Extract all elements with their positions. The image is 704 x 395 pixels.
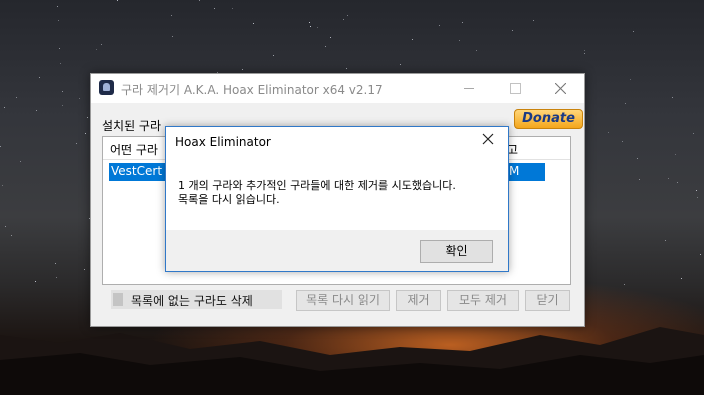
star: [476, 50, 477, 51]
star: [16, 97, 17, 98]
maximize-button[interactable]: [492, 74, 538, 103]
star: [79, 98, 80, 99]
star: [310, 26, 311, 27]
remove-all-button[interactable]: 모두 제거: [447, 290, 519, 311]
dialog-footer: 확인: [166, 230, 508, 271]
installed-label: 설치된 구라: [102, 119, 162, 133]
star: [400, 64, 401, 65]
star: [171, 15, 172, 16]
star: [172, 36, 173, 37]
column-header-name[interactable]: 어떤 구라: [110, 141, 158, 158]
donate-button[interactable]: Donate: [514, 109, 583, 129]
message-dialog: Hoax Eliminator 1 개의 구라와 추가적인 구라들에 대한 제거…: [165, 126, 509, 272]
star: [347, 15, 348, 16]
star: [242, 69, 243, 70]
checkbox-label: 목록에 없는 구라도 삭제: [131, 294, 253, 308]
star: [36, 110, 37, 111]
star: [60, 63, 61, 64]
window-title: 구라 제거기 A.K.A. Hoax Eliminator x64 v2.17: [121, 83, 383, 97]
star: [20, 161, 21, 162]
star: [2, 185, 3, 186]
star: [533, 20, 534, 21]
star: [317, 27, 318, 28]
star: [11, 235, 12, 236]
star: [232, 8, 233, 9]
list-item-date: M: [509, 164, 520, 178]
star: [273, 55, 274, 56]
star: [622, 141, 623, 142]
star: [668, 178, 669, 179]
star: [700, 254, 701, 255]
star: [62, 105, 63, 106]
star: [101, 44, 102, 45]
star: [0, 146, 1, 147]
close-icon: [482, 133, 494, 145]
close-window-button[interactable]: [538, 74, 584, 103]
star: [87, 117, 88, 118]
star: [58, 20, 59, 21]
star: [325, 46, 326, 47]
ok-button[interactable]: 확인: [420, 240, 493, 263]
star: [412, 39, 413, 40]
star: [85, 133, 86, 134]
star: [346, 68, 347, 69]
star: [343, 19, 344, 20]
star: [55, 263, 56, 264]
dialog-title: Hoax Eliminator: [175, 135, 271, 149]
star: [56, 277, 57, 278]
star: [439, 25, 440, 26]
star: [76, 143, 77, 144]
star: [309, 22, 310, 23]
star: [677, 182, 678, 183]
dialog-message-line1: 1 개의 구라와 추가적인 구라들에 대한 제거를 시도했습니다.: [178, 179, 456, 192]
star: [117, 0, 118, 1]
list-item-name: VestCert: [111, 164, 163, 178]
title-bar[interactable]: 구라 제거기 A.K.A. Hoax Eliminator x64 v2.17: [91, 74, 584, 103]
star: [584, 53, 585, 54]
remove-unlisted-checkbox[interactable]: 목록에 없는 구라도 삭제: [111, 290, 282, 309]
star: [675, 154, 676, 155]
reload-list-button[interactable]: 목록 다시 읽기: [296, 290, 390, 311]
star: [608, 132, 609, 133]
star: [696, 190, 697, 191]
minimize-button[interactable]: [446, 74, 492, 103]
star: [665, 240, 666, 241]
star: [84, 269, 85, 270]
star: [693, 133, 694, 134]
star: [39, 77, 40, 78]
star: [330, 37, 331, 38]
star: [35, 281, 36, 282]
dialog-close-button[interactable]: [482, 133, 494, 148]
star: [462, 22, 463, 23]
star: [214, 8, 215, 9]
star: [57, 6, 58, 7]
star: [62, 91, 63, 92]
star: [633, 31, 634, 32]
star: [4, 107, 5, 108]
star: [5, 226, 6, 227]
checkbox-box: [113, 293, 123, 306]
star: [584, 50, 585, 51]
star: [681, 278, 682, 279]
star: [96, 49, 97, 50]
dialog-message-line2: 목록을 다시 읽습니다.: [178, 193, 280, 206]
star: [253, 23, 254, 24]
star: [512, 30, 513, 31]
star: [625, 103, 626, 104]
dialog-message: 1 개의 구라와 추가적인 구라들에 대한 제거를 시도했습니다. 목록을 다시…: [178, 179, 456, 207]
star: [199, 0, 200, 1]
app-icon: [99, 80, 114, 95]
star: [639, 179, 640, 180]
star: [637, 158, 638, 159]
star: [697, 197, 698, 198]
star: [59, 48, 60, 49]
star: [630, 79, 631, 80]
star: [624, 284, 625, 285]
close-button[interactable]: 닫기: [525, 290, 570, 311]
close-icon: [555, 83, 566, 94]
star: [459, 40, 460, 41]
remove-button[interactable]: 제거: [396, 290, 441, 311]
star: [672, 97, 673, 98]
